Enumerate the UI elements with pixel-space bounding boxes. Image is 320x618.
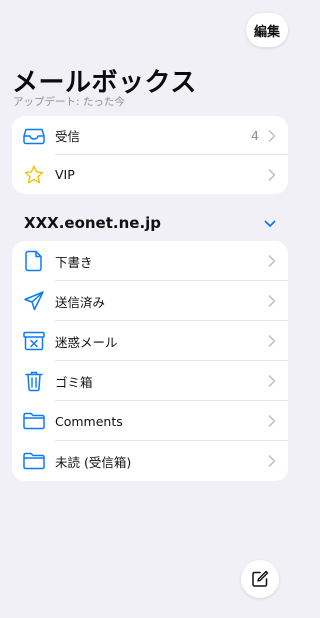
mailbox-inbox[interactable]: 受信 4 [12, 116, 288, 155]
chevron-right-icon [268, 375, 276, 387]
folder-icon [23, 450, 45, 472]
folder-label: 下書き [55, 254, 93, 270]
account-folders-card: 下書き 送信済み 迷惑メール ゴミ箱 Comments 未読 (受信箱) [12, 241, 288, 481]
folder-junk[interactable]: 迷惑メール [12, 321, 288, 361]
chevron-down-icon[interactable] [264, 220, 276, 228]
star-icon [23, 164, 45, 186]
unread-count-badge: 4 [251, 128, 259, 143]
chevron-right-icon [268, 455, 276, 467]
folder-label: 未読 (受信箱) [55, 454, 132, 470]
folder-trash[interactable]: ゴミ箱 [12, 361, 288, 401]
compose-button[interactable] [241, 560, 279, 598]
folder-label: 迷惑メール [55, 334, 118, 350]
chevron-right-icon [268, 335, 276, 347]
folder-icon [23, 410, 45, 432]
folder-comments[interactable]: Comments [12, 401, 288, 441]
mailbox-inbox-label: 受信 [55, 129, 81, 144]
account-name: XXX.eonet.ne.jp [24, 214, 162, 232]
chevron-right-icon [268, 415, 276, 427]
folder-sent[interactable]: 送信済み [12, 281, 288, 321]
chevron-right-icon [268, 295, 276, 307]
paper-plane-icon [23, 290, 45, 312]
edit-button[interactable]: 編集 [246, 13, 288, 47]
favorites-card: 受信 4 VIP [12, 116, 288, 194]
chevron-right-icon [268, 168, 276, 181]
trash-icon [23, 370, 45, 392]
junk-box-icon [23, 330, 45, 352]
folder-drafts[interactable]: 下書き [12, 241, 288, 281]
inbox-tray-icon [23, 125, 45, 147]
folder-unread-inbox[interactable]: 未読 (受信箱) [12, 441, 288, 481]
chevron-right-icon [268, 129, 276, 142]
mailbox-vip-label: VIP [55, 167, 75, 182]
document-icon [23, 250, 45, 272]
folder-label: Comments [55, 413, 123, 429]
update-status: アップデート: たった今 [13, 96, 125, 108]
compose-icon [252, 570, 269, 587]
folder-label: 送信済み [55, 294, 106, 310]
chevron-right-icon [268, 255, 276, 267]
mailbox-vip[interactable]: VIP [12, 155, 288, 194]
account-header[interactable]: XXX.eonet.ne.jp [24, 214, 288, 236]
folder-label: ゴミ箱 [55, 374, 93, 390]
